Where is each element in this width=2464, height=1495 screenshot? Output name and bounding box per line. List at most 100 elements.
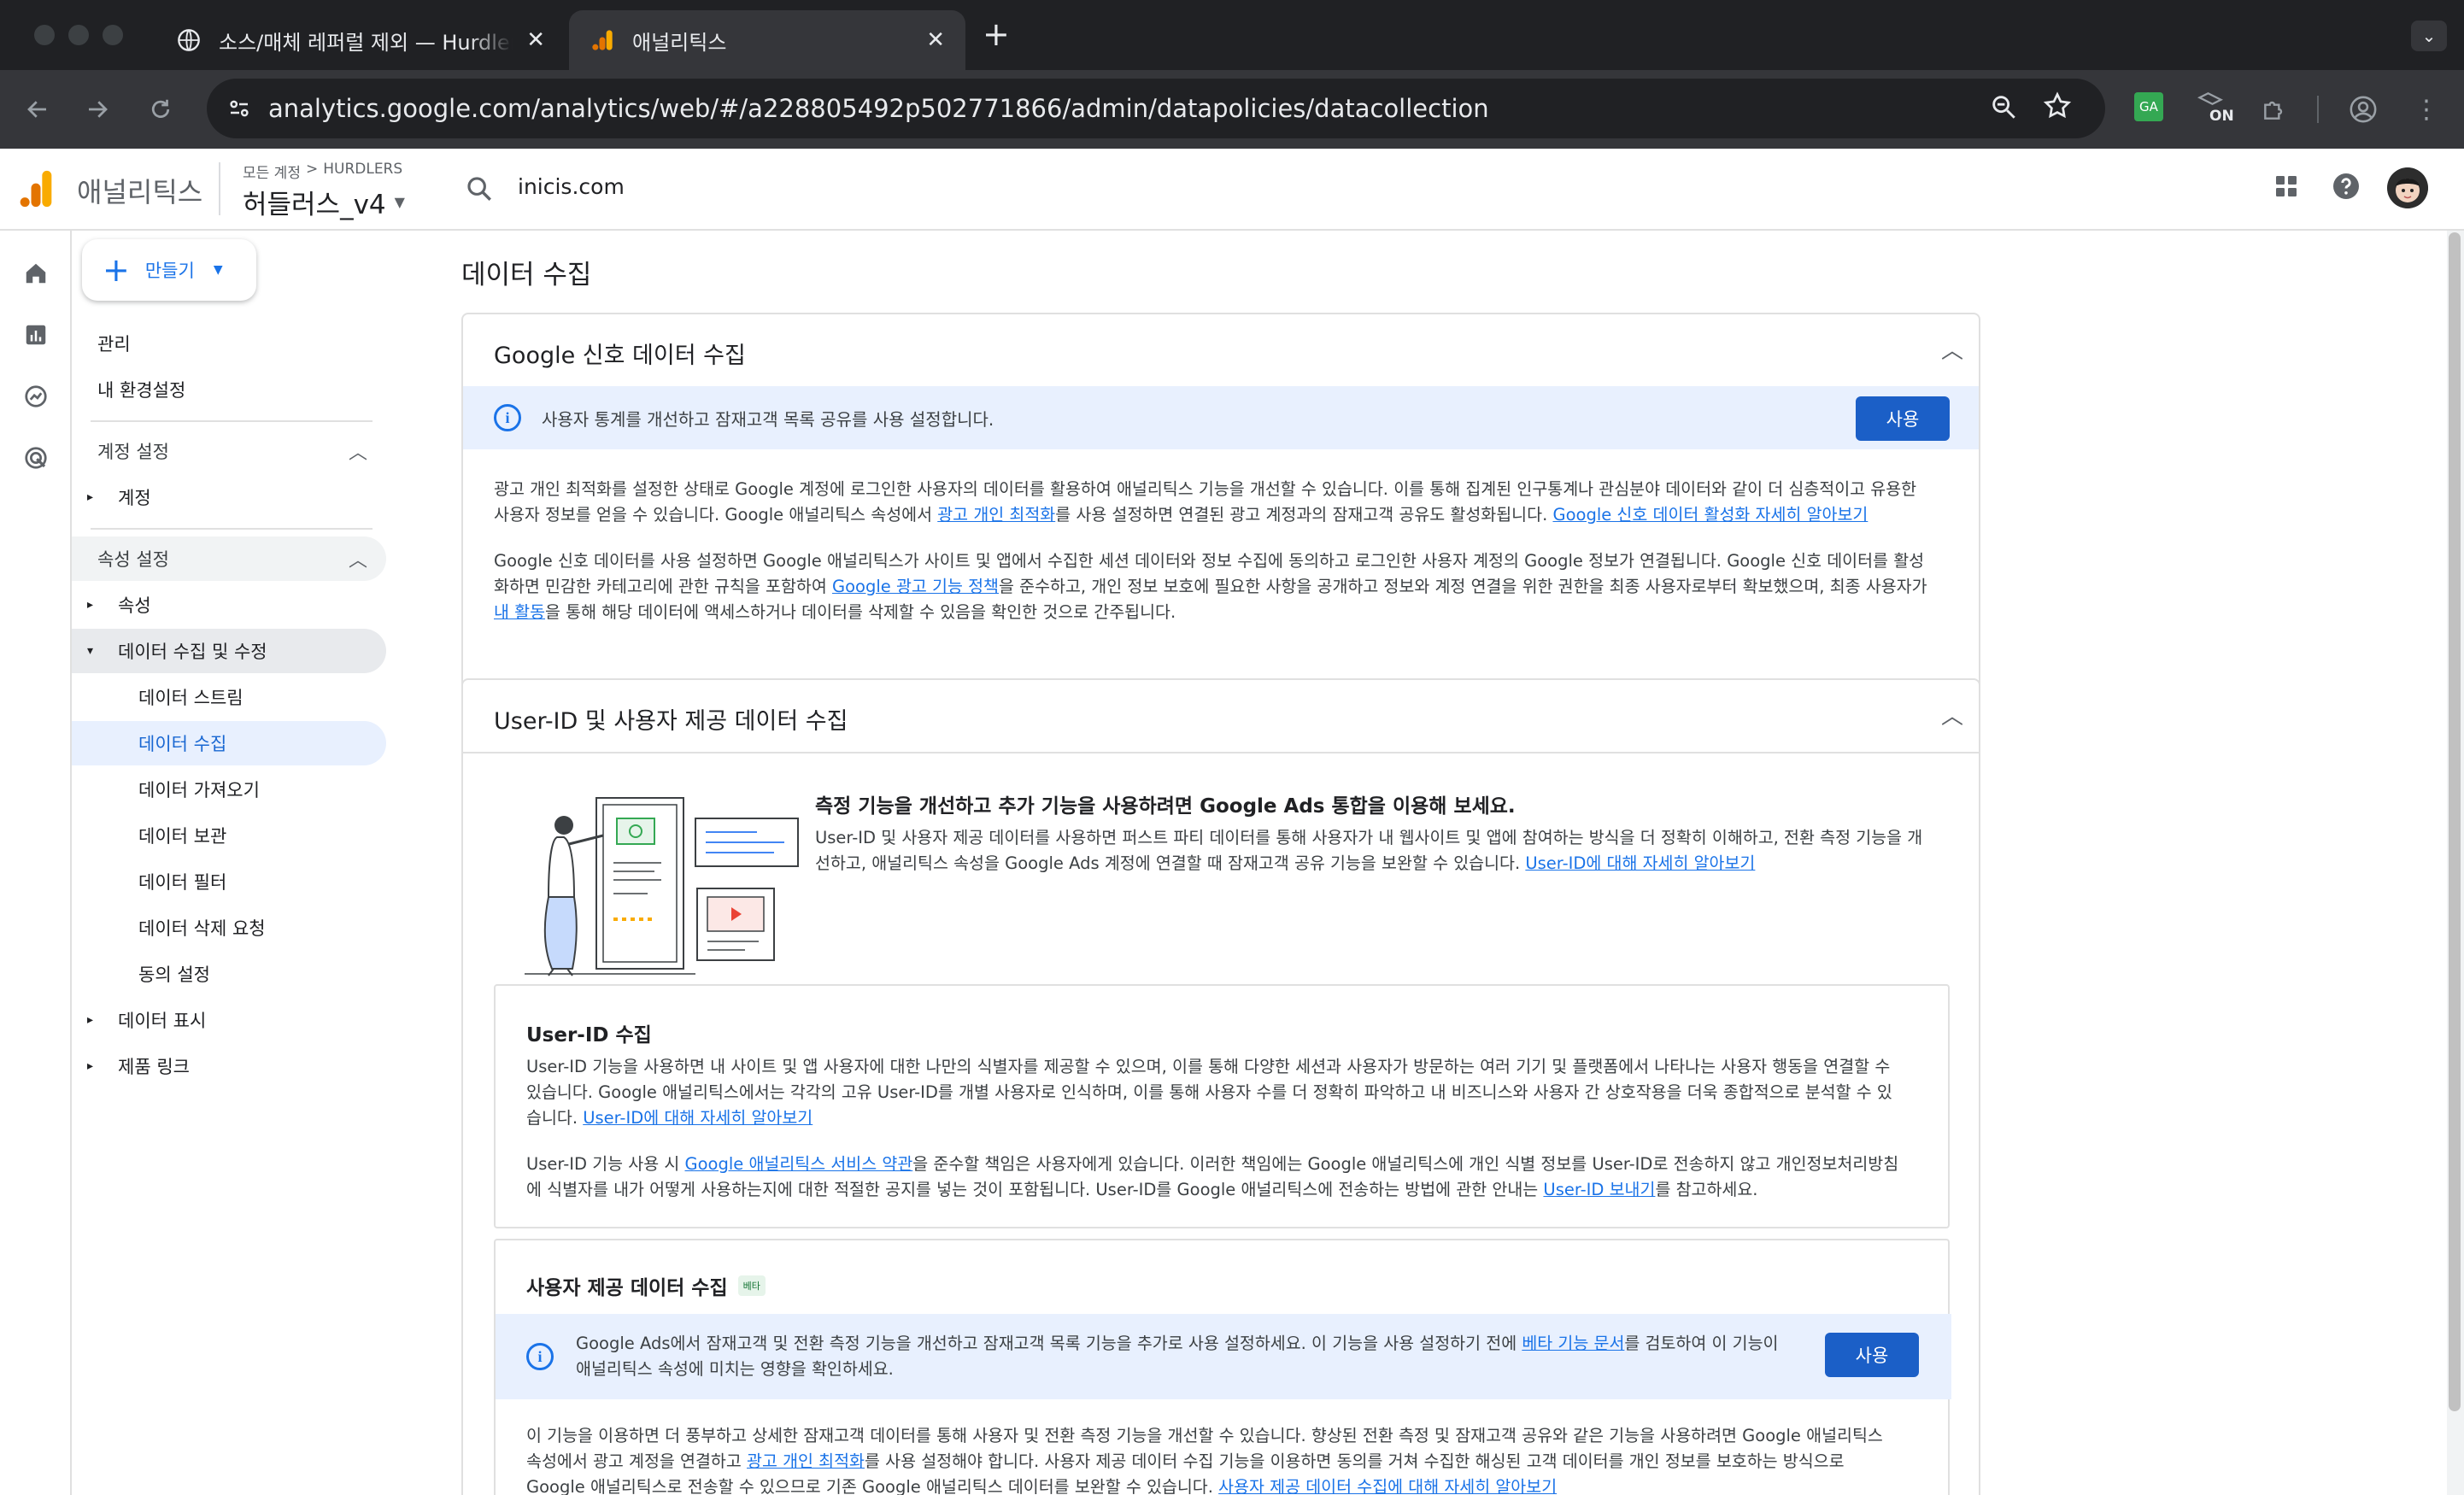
window-zoom-dot[interactable]: [103, 25, 123, 45]
tab-analytics[interactable]: 애널리틱스 ✕: [569, 10, 965, 70]
google-ads-illustration: [525, 791, 801, 981]
analytics-logo-icon: [590, 27, 615, 53]
nav-admin[interactable]: 관리: [72, 321, 386, 366]
chevron-up-icon[interactable]: ︿: [1941, 333, 1963, 365]
breadcrumb-all-accounts[interactable]: 모든 계정: [243, 161, 301, 182]
section-title: 사용자 제공 데이터 수집: [526, 1277, 728, 1299]
nav-divider: [91, 420, 373, 422]
reports-icon[interactable]: [19, 318, 53, 352]
user-avatar[interactable]: [2387, 167, 2428, 208]
nav-account[interactable]: ▸ 계정: [72, 475, 386, 519]
nav-account-settings[interactable]: 계정 설정 ︿: [72, 429, 386, 473]
back-icon[interactable]: [21, 92, 55, 126]
window-close-dot[interactable]: [34, 25, 55, 45]
text-line: 내 활동을 통해 해당 데이터에 액세스하거나 데이터를 삭제할 수 있음을 확…: [494, 600, 1963, 625]
toolbar-divider: [2317, 96, 2319, 123]
header-divider: [219, 162, 220, 215]
reload-icon[interactable]: [144, 92, 178, 126]
nav-data-display[interactable]: ▸ 데이터 표시: [72, 998, 386, 1042]
nav-data-import[interactable]: 데이터 가져오기: [72, 767, 386, 812]
zoom-icon[interactable]: [1989, 92, 2018, 125]
profile-icon[interactable]: [2346, 92, 2380, 126]
text: 를 사용 설정하면 연결된 광고 계정과의 잠재고객 공유도 활성화됩니다.: [1055, 505, 1553, 525]
nav-consent-settings[interactable]: 동의 설정: [72, 952, 386, 996]
my-activity-link[interactable]: 내 활동: [494, 602, 545, 622]
search-icon[interactable]: [465, 174, 494, 207]
beta-badge: 베타: [737, 1275, 766, 1296]
enable-google-signals-button[interactable]: 사용: [1856, 396, 1950, 441]
text: Google Ads에서 잠재고객 및 전환 측정 기능을 개선하고 잠재고객 …: [576, 1334, 1522, 1353]
ga-debugger-extension-icon[interactable]: GA: [2134, 92, 2163, 121]
close-icon[interactable]: ✕: [526, 27, 545, 53]
nav-property-settings[interactable]: 속성 설정 ︿: [72, 536, 386, 581]
learn-more-user-provided-link[interactable]: 사용자 제공 데이터 수집에 대해 자세히 알아보기: [1218, 1477, 1557, 1495]
nav-data-retention[interactable]: 데이터 보관: [72, 813, 386, 858]
breadcrumb-account[interactable]: HURDLERS: [323, 161, 402, 182]
advertising-icon[interactable]: [19, 441, 53, 475]
analytics-terms-link[interactable]: Google 애널리틱스 서비스 약관: [685, 1154, 913, 1174]
ads-personalization-link[interactable]: 광고 개인 최적화: [747, 1451, 865, 1471]
browser-toolbar: analytics.google.com/analytics/web/#/a22…: [0, 70, 2464, 149]
apps-grid-icon[interactable]: [2273, 173, 2300, 203]
help-icon[interactable]: [2331, 171, 2361, 205]
tab-hurdlers[interactable]: 소스/매체 레퍼럴 제외 — Hurdlers ✕: [155, 10, 566, 70]
caret-down-icon: ▾: [87, 644, 94, 658]
signals-paragraph-1: 광고 개인 최적화를 설정한 상태로 Google 계정에 로그인한 사용자의 …: [494, 477, 1963, 528]
text: 를 참고하세요.: [1655, 1180, 1758, 1199]
text: 선하고, 애널리틱스 속성을 Google Ads 계정에 연결할 때 잠재고객…: [815, 853, 1526, 873]
nav-data-filters[interactable]: 데이터 필터: [72, 859, 386, 904]
nav-property[interactable]: ▸ 속성: [72, 583, 386, 627]
address-bar[interactable]: analytics.google.com/analytics/web/#/a22…: [207, 79, 2105, 138]
nav-label: 내 환경설정: [97, 380, 186, 401]
nav-label: 동의 설정: [138, 964, 210, 985]
enable-user-provided-data-button[interactable]: 사용: [1825, 1333, 1919, 1377]
analytics-logo-icon[interactable]: [17, 169, 55, 212]
page-title: 데이터 수집: [461, 260, 592, 290]
create-button[interactable]: + 만들기 ▼: [82, 239, 256, 301]
nav-label: 데이터 표시: [118, 1011, 207, 1031]
user-id-card: User-ID 및 사용자 제공 데이터 수집 ︿ 측정 기능을 개선하고 추가…: [461, 678, 1980, 1495]
browser-tab-strip: 소스/매체 레퍼럴 제외 — Hurdlers ✕ 애널리틱스 ✕ + ⌄: [0, 0, 2464, 70]
explore-icon[interactable]: [19, 379, 53, 413]
nav-data-collection[interactable]: 데이터 수집: [72, 721, 386, 765]
forward-icon[interactable]: [80, 92, 114, 126]
learn-more-user-id-link[interactable]: User-ID에 대해 자세히 알아보기: [583, 1108, 813, 1128]
search-input[interactable]: inicis.com: [518, 174, 625, 199]
text-line: 있습니다. Google 애널리틱스에서는 각각의 고유 User-ID를 개별…: [526, 1082, 1892, 1102]
close-icon[interactable]: ✕: [926, 27, 945, 53]
nav-product-links[interactable]: ▸ 제품 링크: [72, 1044, 386, 1088]
ads-policy-link[interactable]: Google 광고 기능 정책: [832, 577, 999, 596]
beta-docs-link[interactable]: 베타 기능 문서: [1522, 1334, 1624, 1353]
nav-divider: [91, 528, 373, 530]
new-tab-button[interactable]: +: [983, 15, 1010, 53]
bookmark-star-icon[interactable]: [2042, 91, 2073, 125]
ads-personalization-link[interactable]: 광고 개인 최적화: [937, 505, 1055, 525]
learn-more-signals-link[interactable]: Google 신호 데이터 활성화 자세히 알아보기: [1552, 505, 1868, 525]
nav-preferences[interactable]: 내 환경설정: [72, 367, 386, 412]
breadcrumb[interactable]: 모든 계정 > HURDLERS: [243, 161, 402, 182]
home-icon[interactable]: [19, 256, 53, 290]
learn-more-user-id-link[interactable]: User-ID에 대해 자세히 알아보기: [1525, 853, 1755, 873]
nav-data-collection-modification[interactable]: ▾ 데이터 수집 및 수정: [72, 629, 386, 673]
main-content: 데이터 수집 Google 신호 데이터 수집 ︿ i 사용자 통계를 개선하고…: [398, 231, 2443, 1495]
nav-data-streams[interactable]: 데이터 스트림: [72, 675, 386, 719]
text-line: 사용자 정보를 얻을 수 있습니다. Google 애널리틱스 속성에서 광고 …: [494, 502, 1963, 528]
tab-search-icon[interactable]: ⌄: [2411, 21, 2447, 51]
property-selector[interactable]: 허들러스_v4 ▼: [243, 183, 405, 221]
browser-menu-icon[interactable]: ⋮: [2409, 92, 2443, 126]
user-provided-data-section: 사용자 제공 데이터 수집 베타 i Google Ads에서 잠재고객 및 전…: [494, 1239, 1951, 1495]
text-line: 습니다. User-ID에 대해 자세히 알아보기: [526, 1105, 1927, 1131]
nav-label: 데이터 보관: [138, 826, 227, 847]
window-minimize-dot[interactable]: [68, 25, 89, 45]
nav-label: 데이터 삭제 요청: [138, 918, 266, 939]
tag-assistant-extension-icon[interactable]: ON: [2197, 91, 2235, 126]
nav-label: 속성: [118, 595, 151, 616]
nav-data-deletion-requests[interactable]: 데이터 삭제 요청: [72, 906, 386, 950]
site-settings-icon[interactable]: [222, 91, 256, 126]
scrollbar-thumb[interactable]: [2449, 232, 2461, 1411]
nav-label: 데이터 가져오기: [138, 780, 260, 800]
chevron-up-icon[interactable]: ︿: [1941, 699, 1963, 730]
send-user-id-link[interactable]: User-ID 보내기: [1543, 1180, 1655, 1199]
extensions-puzzle-icon[interactable]: [2257, 92, 2291, 126]
tab-title: 애널리틱스: [632, 30, 727, 55]
